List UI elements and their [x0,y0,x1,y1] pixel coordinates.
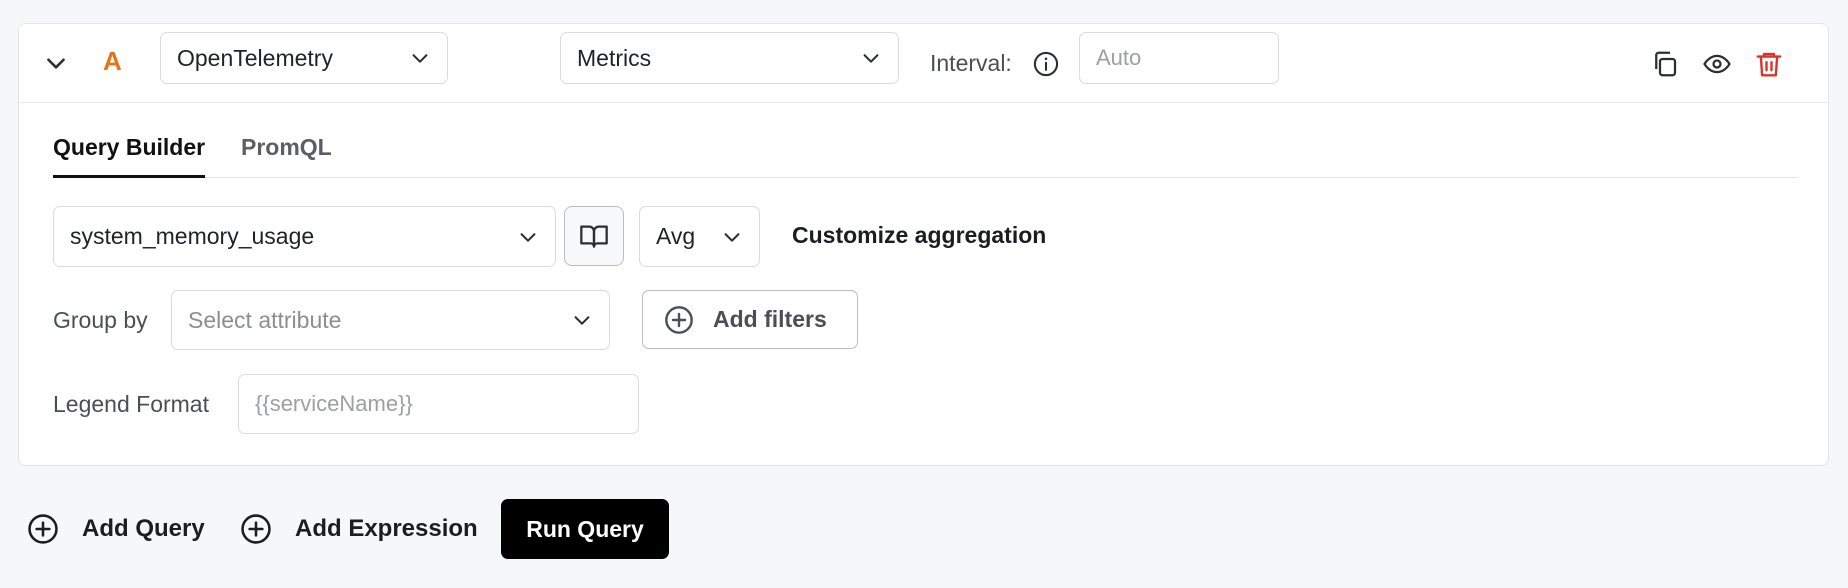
signal-select[interactable]: Metrics [560,32,899,84]
tab-promql[interactable]: PromQL [241,134,332,178]
metric-select[interactable]: system_memory_usage [53,206,556,267]
group-by-placeholder: Select attribute [188,306,342,333]
plus-circle-icon [665,305,693,334]
chevron-down-icon [412,54,428,63]
add-filters-label: Add filters [713,306,827,332]
datasource-value: OpenTelemetry [177,44,333,71]
copy-button[interactable] [1649,48,1681,80]
signal-value: Metrics [577,44,652,71]
query-letter: A [103,46,122,76]
aggregation-select[interactable]: Avg [639,206,760,267]
chevron-down-icon [863,54,879,63]
add-filters-button[interactable]: Add filters [642,290,858,349]
plus-circle-icon [241,514,271,544]
chevron-down-icon [574,316,590,325]
copy-icon [1655,51,1677,77]
chevron-down-icon [47,58,65,69]
collapse-button[interactable] [41,48,71,78]
view-button[interactable] [1701,48,1733,80]
interval-label: Interval: [930,50,1012,76]
query-header: A OpenTelemetry Metrics Interval: [19,24,1828,103]
chevron-down-icon [520,232,536,242]
eye-icon [1703,54,1731,74]
query-tabs: Query Builder PromQL [53,134,1798,178]
metric-docs-button[interactable] [564,206,624,266]
customize-aggregation-link[interactable]: Customize aggregation [792,222,1046,249]
trash-icon [1756,52,1782,77]
group-by-select[interactable]: Select attribute [171,290,610,350]
info-icon [1033,51,1059,77]
add-query-button[interactable]: Add Query [26,508,205,550]
legend-format-input[interactable] [238,374,639,434]
add-expression-label: Add Expression [295,515,478,542]
run-query-button[interactable]: Run Query [501,499,669,559]
delete-button[interactable] [1753,48,1785,80]
query-card: A OpenTelemetry Metrics Interval: Query … [18,23,1829,466]
chevron-down-icon [724,232,740,242]
aggregation-value: Avg [656,223,696,249]
group-by-label: Group by [53,307,148,333]
datasource-select[interactable]: OpenTelemetry [160,32,448,84]
plus-circle-icon [28,514,58,544]
interval-input[interactable] [1079,32,1279,84]
tab-query-builder[interactable]: Query Builder [53,134,206,178]
book-icon [580,225,608,248]
legend-format-label: Legend Format [53,391,209,417]
metric-value: system_memory_usage [70,223,315,249]
add-expression-button[interactable]: Add Expression [239,508,478,550]
add-query-label: Add Query [82,515,205,542]
